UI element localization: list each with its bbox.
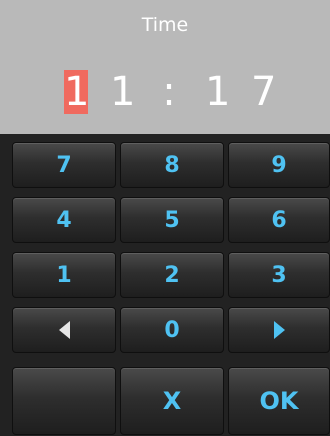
time-display: 1 1 : 1 7 (0, 70, 330, 120)
hour-ones-digit[interactable]: 1 (110, 70, 135, 114)
key-8[interactable]: 8 (120, 142, 224, 188)
key-5[interactable]: 5 (120, 197, 224, 243)
page-title: Time (141, 14, 189, 36)
right-triangle-icon (273, 321, 285, 339)
time-picker-panel: Time 1 1 : 1 7 7 8 9 4 5 6 1 2 3 0 X OK (0, 0, 330, 436)
cancel-button[interactable]: X (120, 367, 224, 435)
key-7[interactable]: 7 (12, 142, 116, 188)
right-arrow-button[interactable] (228, 307, 330, 353)
keypad: 7 8 9 4 5 6 1 2 3 0 X OK (0, 134, 330, 436)
minute-tens-digit[interactable]: 1 (205, 70, 230, 114)
key-0[interactable]: 0 (120, 307, 224, 353)
time-separator: : (162, 69, 176, 115)
key-9[interactable]: 9 (228, 142, 330, 188)
time-header: Time 1 1 : 1 7 (0, 0, 330, 134)
key-4[interactable]: 4 (12, 197, 116, 243)
left-arrow-button[interactable] (12, 307, 116, 353)
hour-tens-digit[interactable]: 1 (64, 70, 89, 114)
left-triangle-icon (58, 321, 70, 339)
key-6[interactable]: 6 (228, 197, 330, 243)
key-3[interactable]: 3 (228, 252, 330, 298)
key-1[interactable]: 1 (12, 252, 116, 298)
blank-key[interactable] (12, 367, 116, 435)
minute-ones-digit[interactable]: 7 (251, 70, 276, 114)
ok-button[interactable]: OK (228, 367, 330, 435)
key-2[interactable]: 2 (120, 252, 224, 298)
